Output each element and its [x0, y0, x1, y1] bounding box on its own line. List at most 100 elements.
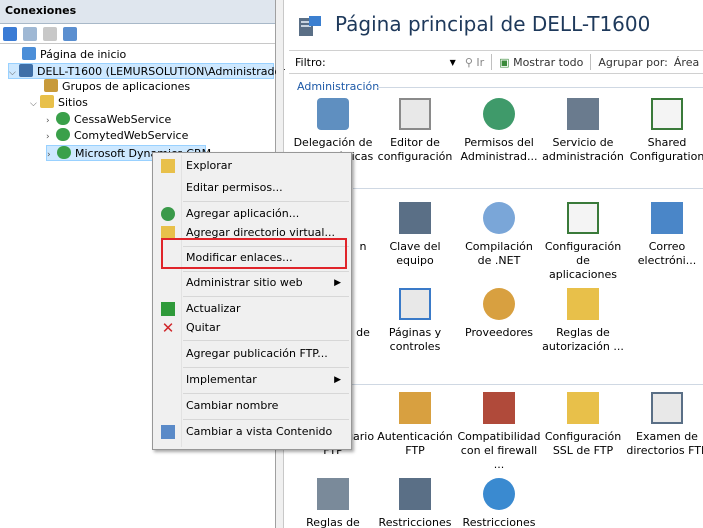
server-icon — [19, 64, 33, 77]
feature-label: Compilación de .NET — [465, 240, 533, 267]
menu-item-manage-website[interactable]: Administrar sitio web ▶ — [153, 272, 351, 294]
remove-icon: ✕ — [161, 319, 175, 337]
feature-admin-permissions[interactable]: Permisos del Administrad... — [457, 98, 541, 164]
menu-item-label: Quitar — [186, 321, 221, 334]
feature-authorization-rules[interactable]: Reglas de autorización ... — [541, 288, 625, 354]
section-header-admin: Administración — [297, 80, 380, 93]
group-by-label: Agrupar por: — [598, 55, 668, 69]
chevron-down-icon[interactable]: ▼ — [450, 58, 456, 67]
tree-item-label: Página de inicio — [40, 48, 127, 61]
feature-providers[interactable]: Proveedores — [457, 288, 541, 340]
disconnect-icon[interactable] — [63, 26, 77, 41]
feature-label: Correo electróni... — [637, 240, 697, 267]
feature-pages-controls[interactable]: Páginas y controles — [373, 288, 457, 354]
feature-smtp-email[interactable]: Correo electróni... — [625, 202, 703, 268]
submenu-arrow-icon: ▶ — [334, 375, 341, 385]
feature-app-settings[interactable]: Configuración de aplicaciones — [541, 202, 625, 282]
tree-item-label: ComytedWebService — [74, 129, 189, 142]
feature-label: Configuración de aplicaciones — [544, 240, 622, 281]
separator — [590, 54, 592, 70]
save-icon[interactable] — [23, 26, 37, 41]
feature-label: Restricciones de — [378, 516, 452, 528]
menu-item-label: Cambiar nombre — [186, 399, 279, 412]
menu-item-remove[interactable]: ✕ Quitar — [153, 317, 351, 339]
expand-icon[interactable]: › — [47, 147, 57, 163]
menu-item-label: Administrar sitio web — [186, 276, 303, 289]
feature-ftp-authentication[interactable]: Autenticación FTP — [373, 392, 457, 458]
section-divider — [377, 87, 703, 88]
menu-item-label: Agregar aplicación... — [186, 207, 300, 220]
menu-item-deploy[interactable]: Implementar ▶ — [153, 369, 351, 391]
menu-separator — [183, 296, 349, 297]
filter-input[interactable] — [329, 54, 450, 70]
menu-item-explore[interactable]: Explorar — [153, 155, 351, 177]
menu-item-add-ftp-publishing[interactable]: Agregar publicación FTP... — [153, 343, 351, 365]
filter-bar: Filtro: ▼ ⚲ Ir ▣ Mostrar todo Agrupar po… — [289, 50, 703, 74]
feature-ftp-firewall[interactable]: Compatibilidad con el firewall ... — [457, 392, 541, 472]
group-by-select[interactable]: Área — [671, 56, 702, 69]
explore-icon — [161, 159, 175, 173]
tree-item-sites[interactable]: ⌵ Sitios — [30, 95, 88, 111]
tree-item-start-page[interactable]: Página de inicio — [22, 47, 126, 63]
feature-label: Restricciones de — [462, 516, 536, 528]
menu-item-switch-content-view[interactable]: Cambiar a vista Contenido — [153, 421, 351, 443]
menu-separator — [183, 367, 349, 368]
feature-label: Editor de configuración — [377, 136, 453, 163]
show-all-button[interactable]: ▣ Mostrar todo — [496, 56, 586, 69]
key-icon — [399, 202, 431, 234]
tree-item-label: Grupos de aplicaciones — [62, 80, 191, 93]
feature-net-compilation[interactable]: Compilación de .NET — [457, 202, 541, 268]
feature-ftp-ssl[interactable]: Configuración SSL de FTP — [541, 392, 625, 458]
ftp-ssl-icon — [567, 392, 599, 424]
feature-label: Configuración SSL de FTP — [544, 430, 622, 457]
connections-toolbar — [0, 24, 275, 44]
collapse-icon[interactable]: ⌵ — [30, 96, 40, 112]
content-view-icon — [161, 425, 175, 439]
tree-item-server[interactable]: ⌵ DELL-T1600 (LEMURSOLUTION\Administrador… — [8, 63, 290, 81]
highlight-annotation — [161, 238, 347, 269]
menu-item-edit-permissions[interactable]: Editar permisos... — [153, 177, 351, 199]
expand-icon[interactable]: › — [46, 129, 56, 145]
feature-label: Servicio de administración — [542, 136, 624, 163]
menu-item-rename[interactable]: Cambiar nombre — [153, 395, 351, 417]
feature-config-editor[interactable]: Editor de configuración — [373, 98, 457, 164]
menu-separator — [183, 340, 349, 341]
feature-ftp-restrictions-2[interactable]: Restricciones de — [457, 478, 541, 528]
separator — [491, 54, 493, 70]
tree-item-label: CessaWebService — [74, 113, 172, 126]
app-settings-icon — [567, 202, 599, 234]
providers-icon — [483, 288, 515, 320]
section-divider — [353, 188, 703, 189]
section-divider — [291, 384, 703, 385]
email-icon — [651, 202, 683, 234]
start-page-icon — [22, 47, 36, 60]
feature-label: Examen de directorios FTP — [626, 430, 703, 457]
filter-label: Filtro: — [295, 55, 326, 69]
expand-icon[interactable]: › — [46, 113, 56, 129]
feature-ftp-rules[interactable]: Reglas de — [291, 478, 375, 528]
feature-machine-key[interactable]: Clave del equipo — [373, 202, 457, 268]
menu-item-label: Explorar — [186, 159, 233, 172]
ftp-directory-icon — [651, 392, 683, 424]
feature-management-service[interactable]: Servicio de administración — [541, 98, 625, 164]
feature-ftp-restrictions[interactable]: Restricciones de — [373, 478, 457, 528]
feature-label: Reglas de — [306, 516, 360, 528]
submenu-arrow-icon: ▶ — [334, 278, 341, 288]
show-all-label: Mostrar todo — [513, 55, 584, 69]
menu-item-label: Agregar publicación FTP... — [186, 347, 328, 360]
tree-item-app-pools[interactable]: Grupos de aplicaciones — [44, 79, 190, 95]
tree-item-site[interactable]: › CessaWebService — [46, 112, 171, 128]
app-pool-icon — [44, 79, 58, 92]
page-title: Página principal de DELL-T1600 — [335, 12, 651, 36]
connect-icon[interactable] — [3, 26, 17, 41]
delegation-icon — [317, 98, 349, 130]
show-all-icon: ▣ — [499, 55, 510, 69]
feature-shared-configuration[interactable]: Shared Configuration — [625, 98, 703, 164]
feature-ftp-directory-browsing[interactable]: Examen de directorios FTP — [625, 392, 703, 458]
sites-folder-icon — [40, 95, 54, 108]
config-editor-icon — [399, 98, 431, 130]
tree-item-site[interactable]: › ComytedWebService — [46, 128, 188, 144]
collapse-icon[interactable]: ⌵ — [9, 65, 19, 81]
go-button[interactable]: ⚲ Ir — [462, 56, 487, 69]
up-icon[interactable] — [43, 26, 57, 41]
